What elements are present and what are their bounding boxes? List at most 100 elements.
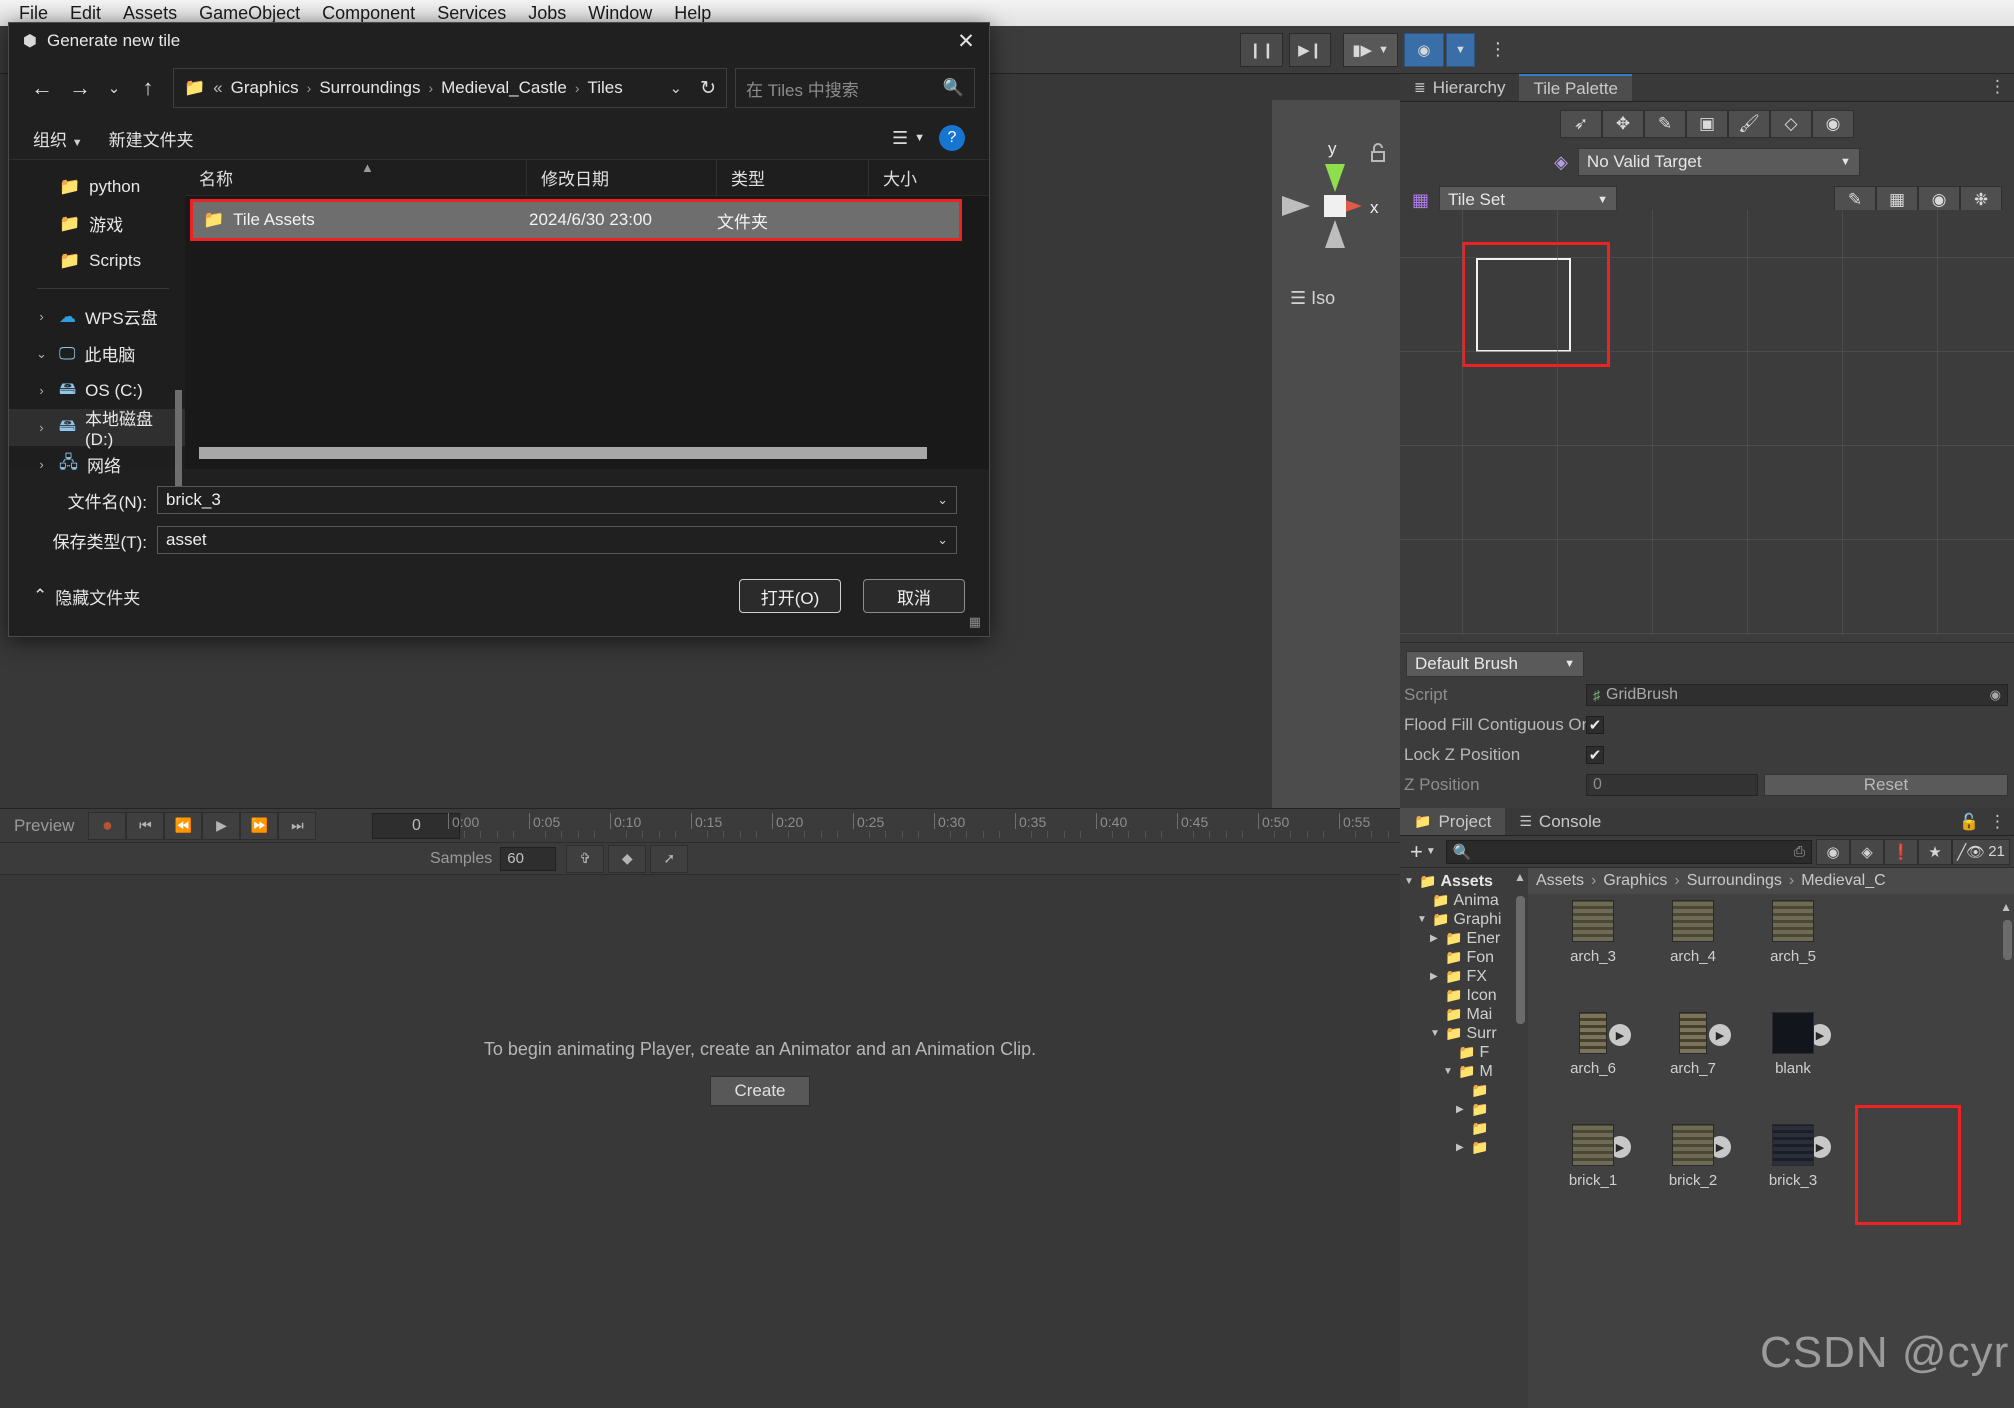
file-list[interactable]: 名称 修改日期 类型 大小 ▲ 📁 Tile Assets 2024/6/30 … (185, 160, 989, 469)
close-button[interactable]: ✕ (943, 23, 989, 59)
z-position-field[interactable]: 0 (1586, 774, 1758, 796)
asset-item[interactable]: brick_1 (1543, 1124, 1643, 1189)
sidebar-item-3[interactable]: › ☁ WPS云盘 (9, 298, 185, 335)
sidebar-item-4[interactable]: ⌄ 🖵 此电脑 (9, 335, 185, 372)
file-list-horizontal-scrollbar[interactable] (199, 447, 927, 459)
warning-filter-button[interactable]: ❗ (1884, 838, 1918, 865)
tree-item-1[interactable]: 📁 Anima (1400, 891, 1512, 910)
move-tool-button[interactable]: ✥ (1602, 110, 1644, 138)
tree-item-3[interactable]: ▶ 📁 Ener (1400, 929, 1512, 948)
tab-tile-palette[interactable]: Tile Palette (1519, 74, 1632, 101)
add-keyframe-button[interactable]: ◆ (608, 844, 647, 873)
project-asset-grid[interactable]: Assets › Graphics › Surroundings › Medieval_C … (1528, 868, 2014, 1408)
create-asset-button[interactable]: + (1404, 839, 1426, 865)
chevron-right-icon[interactable]: › (33, 309, 50, 324)
project-search-input[interactable]: 🔍 ⎙ (1445, 839, 1812, 864)
create-animator-button[interactable]: Create (710, 1076, 810, 1106)
prev-frame-button[interactable]: ⏪ (164, 811, 203, 840)
gizmos-toggle-button[interactable]: ◉ (1403, 32, 1444, 67)
dialog-sidebar[interactable]: 📁 python 📁 游戏 📁 Scripts › ☁ WPS云盘 ⌄ 🖵 此电脑 › 🖴 OS (C:) ›… (9, 160, 185, 495)
sidebar-item-6[interactable]: › 🖴 本地磁盘 (D:) (9, 409, 185, 449)
next-frame-button[interactable]: ⏩ (240, 811, 279, 840)
back-button[interactable]: ← (23, 69, 61, 107)
tree-item-2[interactable]: ▼ 📁 Graphi (1400, 910, 1512, 929)
sidebar-item-7[interactable]: › 🖧 网络 (9, 446, 185, 483)
tab-project[interactable]: 📁 Project (1400, 808, 1506, 835)
filename-input[interactable]: brick_3 ⌄ (157, 486, 957, 514)
address-bar[interactable]: 📁 « Graphics › Surroundings › Medieval_C… (173, 68, 727, 108)
resize-grip[interactable]: ▦ (969, 614, 982, 630)
favorites-button[interactable]: ★ (1918, 838, 1952, 865)
asset-item[interactable]: arch_5 (1743, 900, 1843, 965)
chevron-down-icon[interactable]: ▼ (1443, 1066, 1454, 1077)
refresh-icon[interactable]: ↻ (700, 77, 716, 100)
scene-view[interactable]: y x ☰ Iso (1272, 100, 1400, 820)
select-tool-button[interactable]: ➶ (1560, 110, 1602, 138)
asset-item[interactable]: brick_2 (1643, 1124, 1743, 1189)
kebab-menu-icon[interactable]: ⋮ (1489, 39, 1509, 60)
project-folder-tree[interactable]: ▼ 📁 Assets 📁 Anima ▼ 📁 Graphi ▶ 📁 Ener 📁 Fon ▶ 📁 FX 📁 Ico… (1400, 868, 1512, 1408)
sidebar-item-1[interactable]: 📁 游戏 (9, 205, 185, 242)
column-header-size[interactable]: 大小 (869, 160, 989, 195)
last-frame-button[interactable]: ⏭ (278, 811, 317, 840)
add-property-button[interactable]: ✞ (566, 844, 605, 873)
asset-item[interactable]: arch_4 (1643, 900, 1743, 965)
object-picker-icon[interactable]: ◉ (1990, 687, 2001, 703)
tree-item-14[interactable]: ▶ 📁 (1400, 1138, 1512, 1157)
filetype-select[interactable]: asset ⌄ (157, 526, 957, 554)
tree-item-6[interactable]: 📁 Icon (1400, 986, 1512, 1005)
breadcrumb-surroundings[interactable]: Surroundings (319, 78, 420, 98)
play-button[interactable]: ▶ (202, 811, 241, 840)
samples-field[interactable]: 60 (500, 846, 557, 871)
script-object-field[interactable]: ♯ GridBrush ◉ (1586, 684, 2008, 706)
scroll-up-icon[interactable]: ▲ (2000, 900, 2012, 914)
chevron-right-icon[interactable]: › (33, 457, 50, 472)
asset-item[interactable]: blank (1743, 1012, 1843, 1077)
grid-scroll-thumb[interactable] (2003, 920, 2012, 960)
sidebar-item-2[interactable]: 📁 Scripts (9, 242, 185, 279)
cancel-button[interactable]: 取消 (863, 579, 965, 613)
chevron-right-icon[interactable]: › (33, 420, 50, 435)
recent-locations-button[interactable]: ⌄ (99, 69, 129, 107)
active-target-dropdown[interactable]: No Valid Target ▼ (1577, 148, 1860, 176)
dialog-search-input[interactable]: 在 Tiles 中搜索 🔍 (735, 68, 975, 108)
tile-palette-canvas[interactable] (1400, 210, 2014, 635)
column-header-name[interactable]: 名称 (185, 160, 527, 195)
picker-tool-button[interactable]: 🖌 (1728, 110, 1770, 138)
save-search-icon[interactable]: ⎙ (1794, 843, 1805, 860)
tree-item-13[interactable]: 📁 (1400, 1119, 1512, 1138)
new-folder-button[interactable]: 新建文件夹 (109, 126, 194, 151)
chevron-down-icon[interactable]: ⌄ (33, 346, 50, 362)
flood-fill-checkbox[interactable]: ✔ (1586, 716, 1604, 734)
tree-item-9[interactable]: 📁 F (1400, 1043, 1512, 1062)
camera-gizmo-button[interactable]: ▮▶ ▼ (1343, 32, 1398, 67)
tree-item-4[interactable]: 📁 Fon (1400, 948, 1512, 967)
tab-hierarchy[interactable]: ≣ Hierarchy (1400, 74, 1520, 101)
label-filter-button[interactable]: ◈ (1850, 838, 1884, 865)
project-tree-scrollbar[interactable]: ▲ (1512, 868, 1528, 1408)
tree-item-5[interactable]: ▶ 📁 FX (1400, 967, 1512, 986)
chevron-right-icon[interactable]: › (33, 383, 50, 398)
chevron-right-icon[interactable]: ▶ (1456, 1104, 1467, 1115)
chevron-right-icon[interactable]: ▶ (1430, 971, 1441, 982)
sidebar-item-5[interactable]: › 🖴 OS (C:) (9, 372, 185, 409)
tree-item-11[interactable]: 📁 (1400, 1081, 1512, 1100)
chevron-right-icon[interactable]: ▶ (1456, 1142, 1467, 1153)
help-button[interactable]: ? (939, 125, 965, 151)
chevron-down-icon[interactable]: ⌄ (937, 492, 948, 508)
tree-item-0[interactable]: ▼ 📁 Assets (1400, 872, 1512, 891)
lock-z-checkbox[interactable]: ✔ (1586, 746, 1604, 764)
breadcrumb-tiles[interactable]: Tiles (588, 78, 623, 98)
asset-item[interactable]: arch_6 (1543, 1012, 1643, 1077)
sidebar-item-0[interactable]: 📁 python (9, 168, 185, 205)
first-frame-button[interactable]: ⏮ (126, 811, 165, 840)
column-header-date[interactable]: 修改日期 (527, 160, 717, 195)
address-dropdown-button[interactable]: ⌄ (660, 79, 693, 97)
tab-console[interactable]: ☰ Console (1505, 808, 1616, 835)
breadcrumb-item-2[interactable]: Surroundings (1687, 872, 1782, 890)
record-button[interactable]: ● (88, 811, 127, 840)
sidebar-scrollbar[interactable] (175, 390, 182, 495)
hide-folders-toggle[interactable]: ⌃ 隐藏文件夹 (33, 584, 140, 609)
pause-button[interactable]: ❙❙ (1240, 32, 1284, 67)
breadcrumb-item-0[interactable]: Assets (1536, 872, 1584, 890)
